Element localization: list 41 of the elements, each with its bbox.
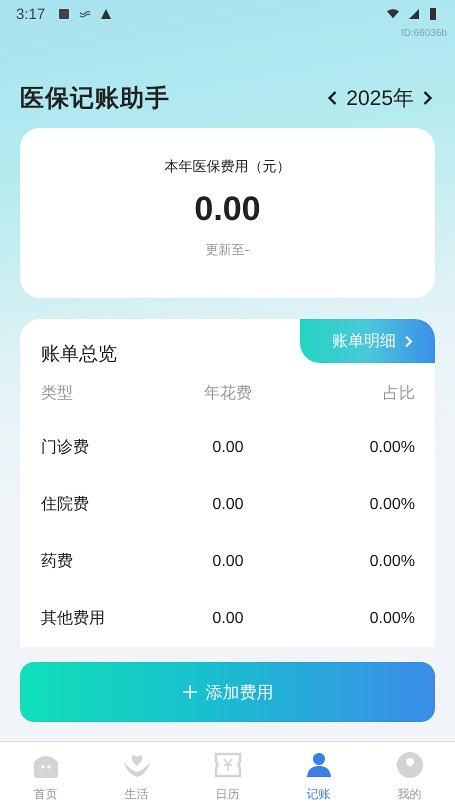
table-cell-text: 0.00 — [211, 610, 245, 628]
chevron-right-icon — [404, 334, 413, 348]
table-cell-text: 药费 — [41, 551, 74, 572]
tab[interactable]: 首页 — [0, 742, 91, 810]
ticket-icon — [212, 750, 242, 780]
summary-label: 本年医保费用（元） — [164, 158, 290, 176]
table-cell-text: 0.00% — [368, 496, 415, 514]
previous-icon[interactable] — [327, 90, 338, 106]
table-cell-text: 0.00 — [211, 552, 245, 570]
add-expense-button[interactable]: 添加费用 — [20, 662, 435, 722]
profile-icon — [394, 750, 424, 780]
tab[interactable]: 生活 — [91, 742, 182, 810]
device-id: ID:66036b — [400, 28, 447, 41]
table-cell-text: 其他费用 — [41, 608, 106, 629]
total-amount: 0.00 — [194, 190, 261, 229]
year-label: 2025年 — [346, 86, 414, 112]
table-cell-text: 0.00% — [368, 610, 415, 628]
column-header: 类型 — [41, 382, 74, 404]
table-cell-text: 0.00 — [211, 496, 245, 514]
tab[interactable]: 日历 — [182, 742, 273, 810]
warning-icon — [100, 8, 112, 20]
table-cell-text: 门诊费 — [41, 437, 90, 458]
update-time: 更新至- — [206, 242, 250, 259]
table-cell-text: 0.00 — [211, 438, 245, 456]
column-header: 年花费 — [202, 382, 253, 404]
overview-title: 账单总览 — [41, 342, 118, 367]
tab[interactable]: 我的 — [364, 742, 455, 810]
next-icon[interactable] — [422, 90, 433, 106]
table-cell-text: 0.00% — [368, 552, 415, 570]
tab[interactable]: 记账 — [273, 742, 364, 810]
wifi-icon — [387, 8, 399, 20]
app-title: 医保记账助手 — [20, 83, 170, 114]
column-header: 占比 — [382, 382, 415, 404]
status-time: 3:17 — [16, 6, 46, 22]
detail-link[interactable]: 账单明细 — [300, 319, 435, 363]
table-cell-text: 住院费 — [41, 494, 90, 515]
table-cell-text: 0.00% — [368, 438, 415, 456]
battery-icon — [429, 7, 437, 21]
wave-icon — [79, 8, 92, 20]
signal-icon — [408, 8, 420, 20]
plus-icon — [182, 684, 198, 700]
